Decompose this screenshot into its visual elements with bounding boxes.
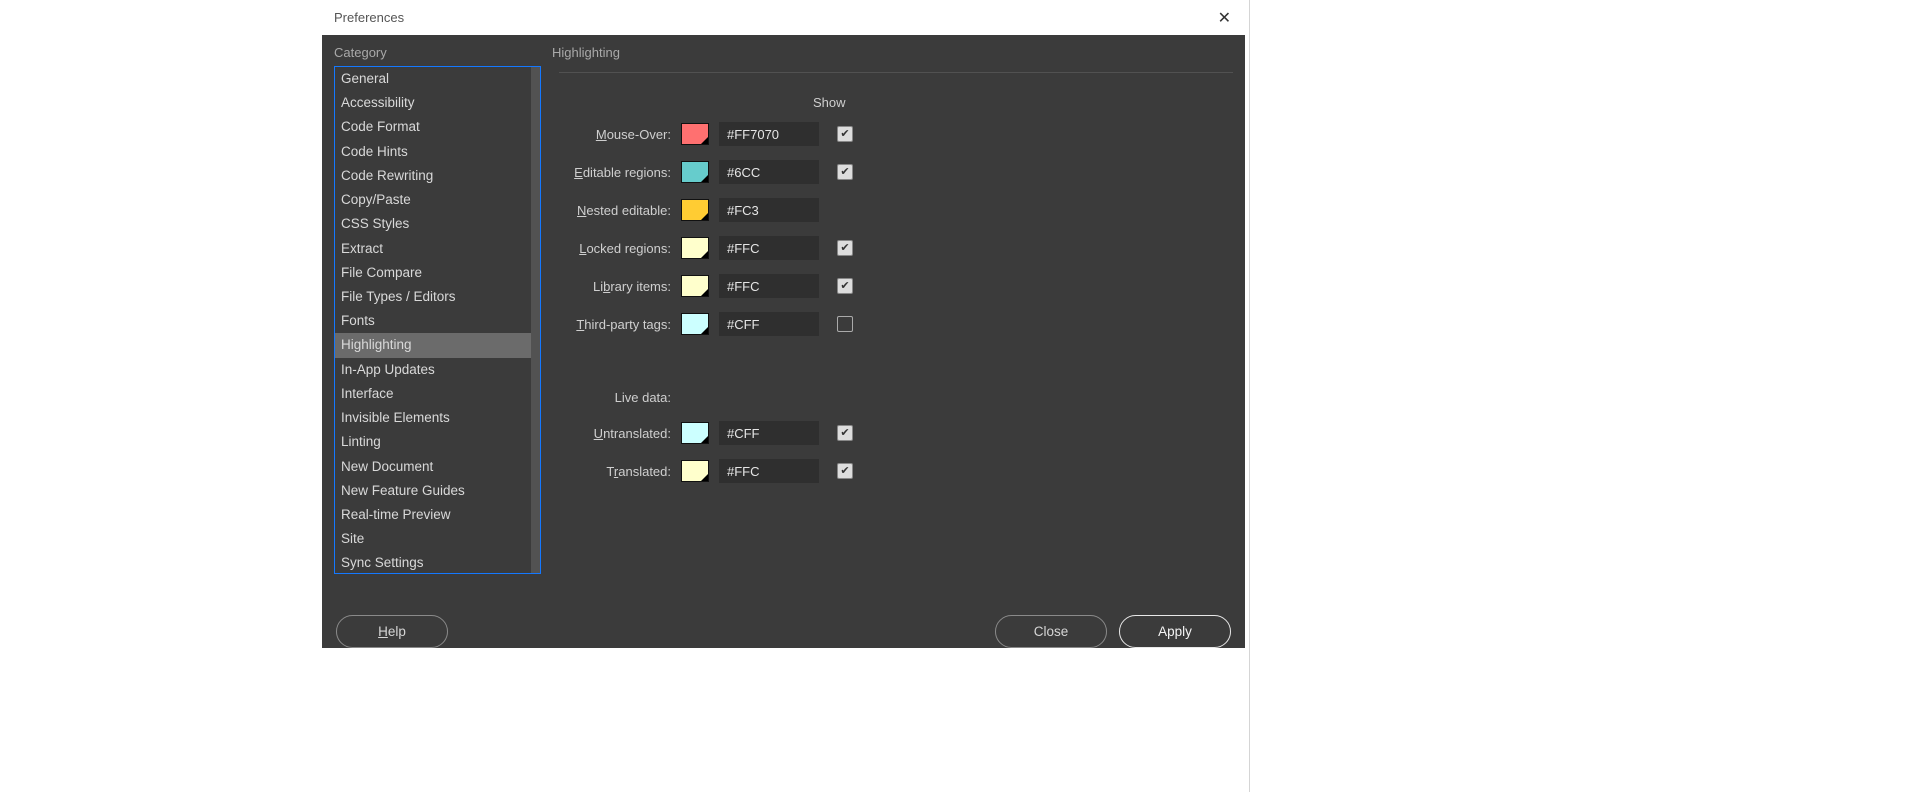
color-swatch[interactable] — [681, 161, 709, 183]
apply-button[interactable]: Apply — [1119, 615, 1231, 648]
category-item[interactable]: Code Rewriting — [335, 164, 531, 188]
category-item[interactable]: Extract — [335, 237, 531, 261]
show-checkbox[interactable]: ✔ — [837, 278, 853, 294]
category-item[interactable]: File Compare — [335, 261, 531, 285]
category-item[interactable]: Code Hints — [335, 140, 531, 164]
highlight-row: Third-party tags: — [559, 310, 1233, 338]
category-item[interactable]: Linting — [335, 430, 531, 454]
row-label: Third-party tags: — [559, 317, 677, 332]
hex-input[interactable] — [719, 160, 819, 184]
category-item[interactable]: New Feature Guides — [335, 479, 531, 503]
preferences-dialog: Preferences ✕ Category Highlighting Gene… — [322, 0, 1245, 648]
vertical-divider — [1249, 0, 1250, 792]
highlight-row: Editable regions: ✔ — [559, 158, 1233, 186]
category-item[interactable]: File Types / Editors — [335, 285, 531, 309]
dialog-body: Category Highlighting GeneralAccessibili… — [322, 35, 1245, 648]
color-swatch[interactable] — [681, 313, 709, 335]
category-list-inner: GeneralAccessibilityCode FormatCode Hint… — [335, 67, 531, 573]
panel-heading: Highlighting — [552, 45, 620, 60]
hex-input[interactable] — [719, 122, 819, 146]
category-item[interactable]: Highlighting — [335, 333, 531, 357]
hex-input[interactable] — [719, 198, 819, 222]
category-item[interactable]: Sync Settings — [335, 551, 531, 573]
highlight-row: Untranslated: ✔ — [559, 419, 1233, 447]
row-label: Library items: — [559, 279, 677, 294]
highlighting-panel: Show Mouse-Over: ✔ Editable regions: ✔ Neste… — [559, 66, 1233, 601]
show-checkbox[interactable] — [837, 316, 853, 332]
show-checkbox[interactable]: ✔ — [837, 463, 853, 479]
category-item[interactable]: In-App Updates — [335, 358, 531, 382]
color-swatch[interactable] — [681, 275, 709, 297]
row-label: Nested editable: — [559, 203, 677, 218]
highlight-row: Library items: ✔ — [559, 272, 1233, 300]
row-label: Untranslated: — [559, 426, 677, 441]
color-swatch[interactable] — [681, 123, 709, 145]
show-column-label: Show — [813, 95, 1233, 110]
category-item[interactable]: Fonts — [335, 309, 531, 333]
footer-right: Close Apply — [995, 615, 1231, 648]
category-item[interactable]: General — [335, 67, 531, 91]
color-swatch[interactable] — [681, 460, 709, 482]
category-item[interactable]: Code Format — [335, 115, 531, 139]
panel-separator — [559, 72, 1233, 73]
close-button[interactable]: Close — [995, 615, 1107, 648]
category-item[interactable]: Accessibility — [335, 91, 531, 115]
row-label: Mouse-Over: — [559, 127, 677, 142]
category-heading: Category — [334, 45, 552, 60]
show-checkbox[interactable]: ✔ — [837, 164, 853, 180]
help-button[interactable]: Help — [336, 615, 448, 648]
hex-input[interactable] — [719, 312, 819, 336]
color-swatch[interactable] — [681, 422, 709, 444]
close-icon[interactable]: ✕ — [1218, 8, 1231, 28]
live-data-label: Live data: — [559, 390, 677, 405]
row-label: Locked regions: — [559, 241, 677, 256]
category-item[interactable]: New Document — [335, 455, 531, 479]
category-scrollbar[interactable] — [531, 67, 540, 573]
highlight-rows: Mouse-Over: ✔ Editable regions: ✔ Nested edi… — [559, 120, 1233, 338]
category-item[interactable]: Copy/Paste — [335, 188, 531, 212]
live-data-rows: Untranslated: ✔ Translated: ✔ — [559, 419, 1233, 485]
category-item[interactable]: CSS Styles — [335, 212, 531, 236]
dialog-footer: Help Close Apply — [322, 601, 1245, 648]
column-headings: Category Highlighting — [322, 35, 1245, 66]
titlebar: Preferences ✕ — [322, 0, 1245, 35]
highlight-row: Translated: ✔ — [559, 457, 1233, 485]
category-item[interactable]: Interface — [335, 382, 531, 406]
color-swatch[interactable] — [681, 199, 709, 221]
hex-input[interactable] — [719, 236, 819, 260]
show-checkbox[interactable]: ✔ — [837, 126, 853, 142]
hex-input[interactable] — [719, 459, 819, 483]
highlight-row: Mouse-Over: ✔ — [559, 120, 1233, 148]
content-area: GeneralAccessibilityCode FormatCode Hint… — [322, 66, 1245, 601]
row-label: Translated: — [559, 464, 677, 479]
show-checkbox[interactable]: ✔ — [837, 240, 853, 256]
window-title: Preferences — [334, 10, 404, 25]
show-checkbox[interactable]: ✔ — [837, 425, 853, 441]
category-list[interactable]: GeneralAccessibilityCode FormatCode Hint… — [334, 66, 541, 574]
hex-input[interactable] — [719, 274, 819, 298]
highlight-row: Locked regions: ✔ — [559, 234, 1233, 262]
hex-input[interactable] — [719, 421, 819, 445]
category-item[interactable]: Real-time Preview — [335, 503, 531, 527]
color-swatch[interactable] — [681, 237, 709, 259]
category-item[interactable]: Invisible Elements — [335, 406, 531, 430]
category-item[interactable]: Site — [335, 527, 531, 551]
highlight-row: Nested editable: — [559, 196, 1233, 224]
row-label: Editable regions: — [559, 165, 677, 180]
